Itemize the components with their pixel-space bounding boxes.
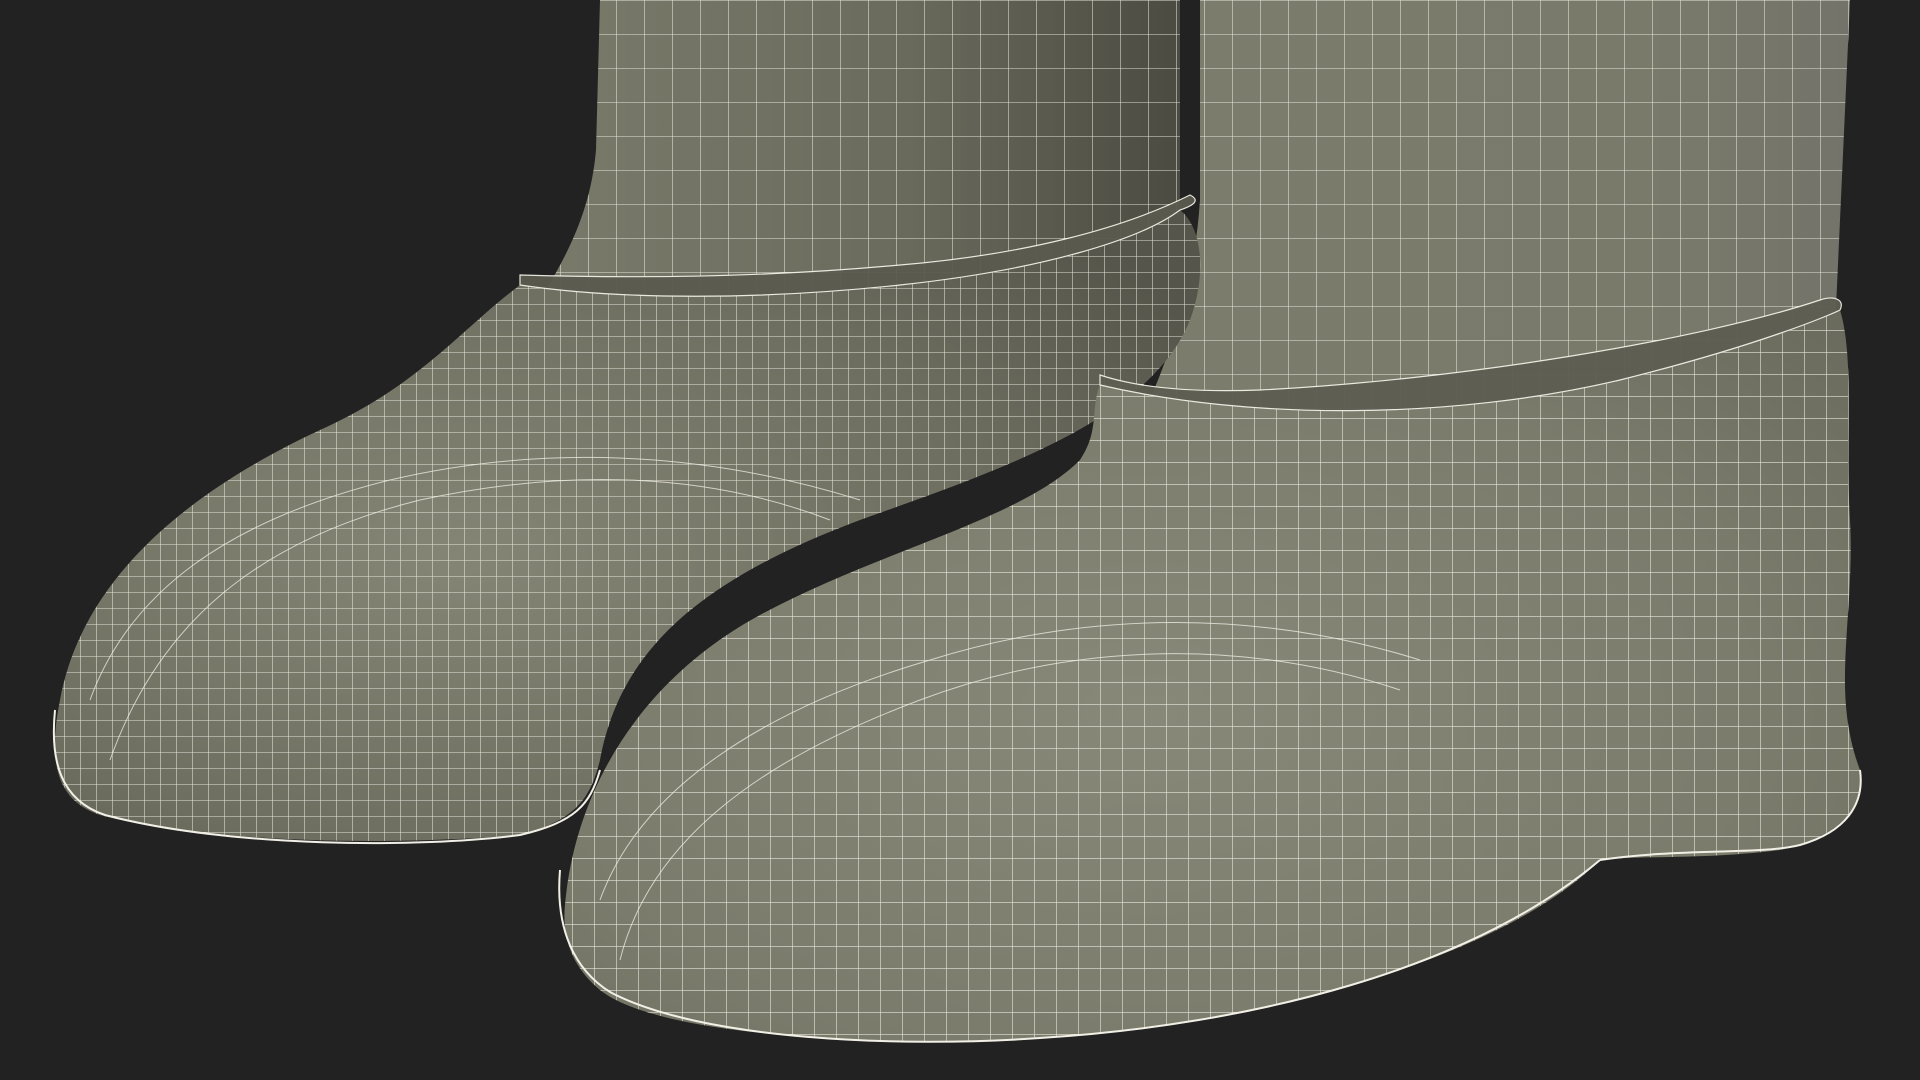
render-viewport xyxy=(0,0,1920,1080)
wireframe-render xyxy=(0,0,1920,1080)
